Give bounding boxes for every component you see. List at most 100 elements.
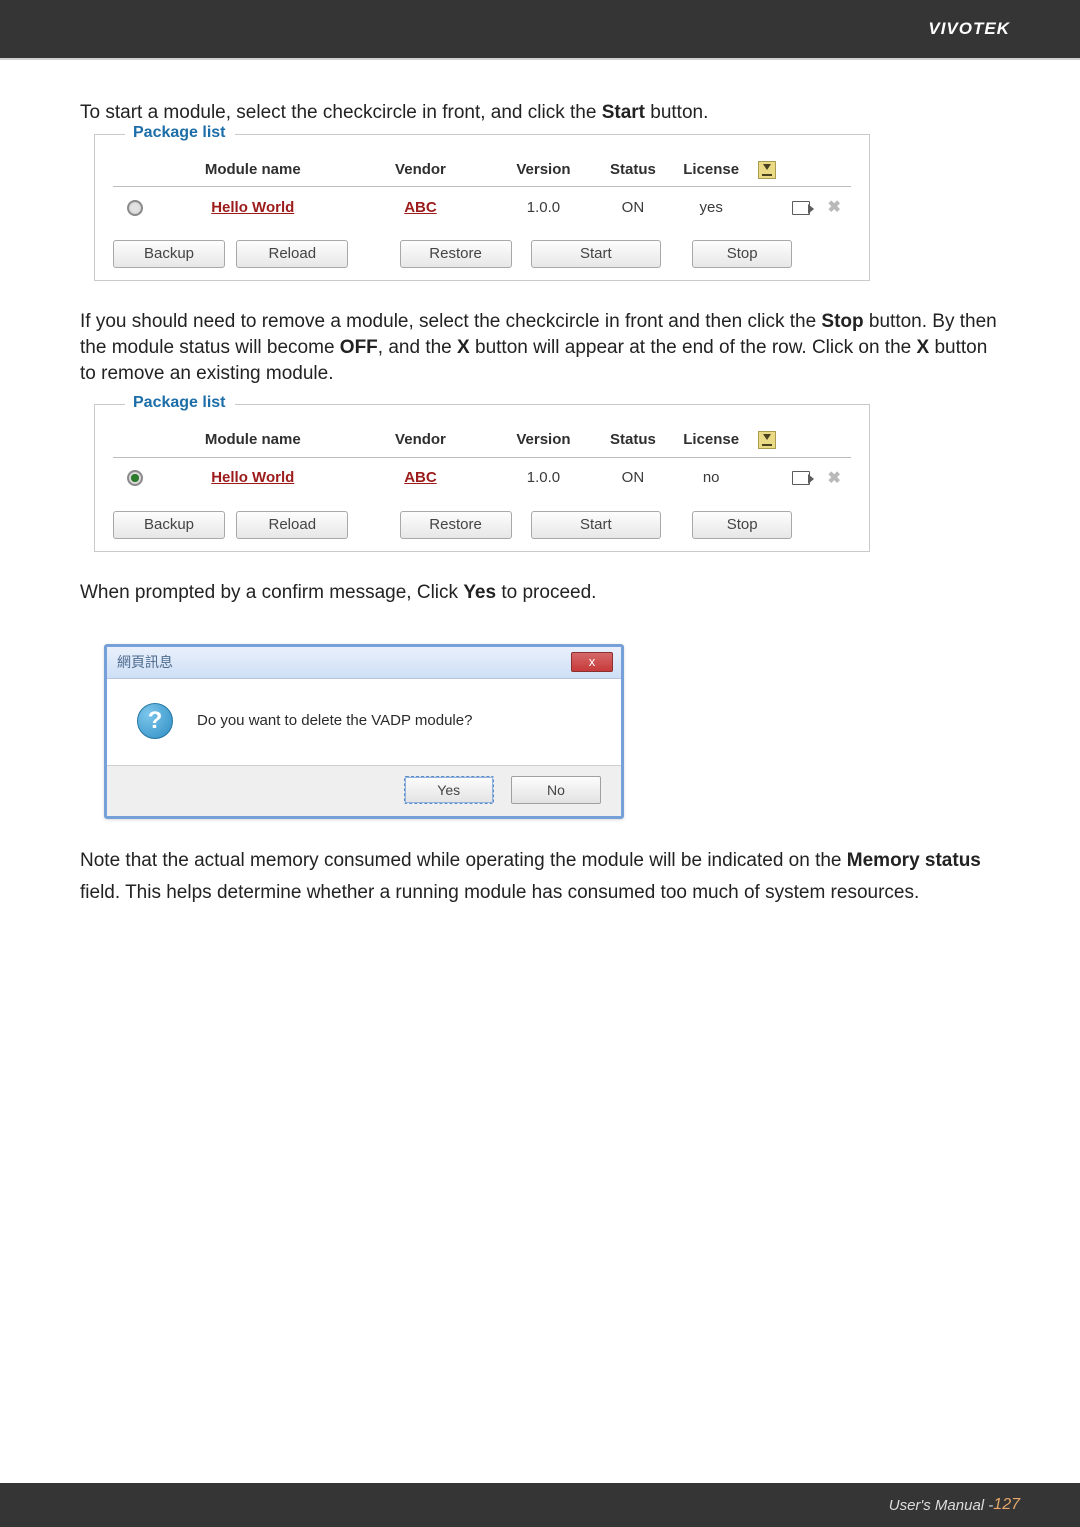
download-icon[interactable] xyxy=(758,431,776,449)
start-button[interactable]: Start xyxy=(531,511,661,539)
para1-pre: To start a module, select the checkcircl… xyxy=(80,102,602,123)
col2-module: Module name xyxy=(158,424,348,457)
col-x xyxy=(817,154,851,187)
module-radio-1[interactable] xyxy=(127,200,143,216)
cell-x: ✖ xyxy=(817,186,851,228)
restore-button[interactable]: Restore xyxy=(400,511,512,539)
download-icon[interactable] xyxy=(758,161,776,179)
table-row: Hello World ABC 1.0.0 ON no ✖ xyxy=(113,457,851,499)
restore-button[interactable]: Restore xyxy=(400,240,512,268)
p3a: When prompted by a confirm message, Clic… xyxy=(80,582,463,603)
stop-button[interactable]: Stop xyxy=(692,511,792,539)
header-bar: VIVOTEK xyxy=(0,0,1080,60)
dialog-body: ? Do you want to delete the VADP module? xyxy=(107,679,621,765)
brand-text: VIVOTEK xyxy=(928,19,1010,39)
p2f: X xyxy=(457,337,470,358)
footer-page-number: 127 xyxy=(993,1496,1020,1514)
panel-border-left xyxy=(95,134,125,135)
col2-download xyxy=(750,424,784,457)
p2a: If you should need to remove a module, s… xyxy=(80,311,821,332)
p2b: Stop xyxy=(821,311,863,332)
col-tag xyxy=(784,154,818,187)
remove-icon-disabled: ✖ xyxy=(827,197,840,219)
p3b: Yes xyxy=(463,582,496,603)
content-area: To start a module, select the checkcircl… xyxy=(0,60,1080,909)
cell-license: yes xyxy=(672,186,750,228)
button-row-1: Backup Reload Restore Start Stop xyxy=(113,240,851,268)
col-vendor: Vendor xyxy=(348,154,493,187)
col-download xyxy=(750,154,784,187)
package-panel-2: Package list Module name Vendor Version … xyxy=(94,404,870,552)
panel-legend-1: Package list xyxy=(127,122,232,144)
radio-cell-2 xyxy=(113,457,158,499)
stop-button[interactable]: Stop xyxy=(692,240,792,268)
module-link-2[interactable]: Hello World xyxy=(211,469,294,486)
col2-x xyxy=(817,424,851,457)
p4a: Note that the actual memory consumed whi… xyxy=(80,850,847,871)
cell2-version: 1.0.0 xyxy=(493,457,594,499)
cell2-download xyxy=(750,457,784,499)
col2-vendor: Vendor xyxy=(348,424,493,457)
dialog-footer: Yes No xyxy=(107,765,621,816)
p4c: field. This helps determine whether a ru… xyxy=(80,882,919,903)
footer-bar: User's Manual - 127 xyxy=(0,1483,1080,1527)
para1-bold-start: Start xyxy=(602,102,645,123)
col-license: License xyxy=(672,154,750,187)
panel2-border-right xyxy=(235,404,869,405)
dialog-no-button[interactable]: No xyxy=(511,776,601,804)
cell-module: Hello World xyxy=(158,186,348,228)
question-icon: ? xyxy=(137,703,173,739)
table-header-row: Module name Vendor Version Status Licens… xyxy=(113,154,851,187)
start-button[interactable]: Start xyxy=(531,240,661,268)
module-radio-2[interactable] xyxy=(127,470,143,486)
vendor-link-2[interactable]: ABC xyxy=(404,469,437,486)
cell-status: ON xyxy=(594,186,672,228)
dialog-titlebar: 網頁訊息 x xyxy=(107,647,621,679)
col-module: Module name xyxy=(158,154,348,187)
cell2-license: no xyxy=(672,457,750,499)
col2-radio xyxy=(113,424,158,457)
p4b: Memory status xyxy=(847,850,981,871)
dialog-close-button[interactable]: x xyxy=(571,652,613,672)
col-status: Status xyxy=(594,154,672,187)
panel-legend-2: Package list xyxy=(127,392,232,414)
reload-button[interactable]: Reload xyxy=(236,240,348,268)
package-panel-1: Package list Module name Vendor Version … xyxy=(94,134,870,282)
col2-license: License xyxy=(672,424,750,457)
panel2-border-left xyxy=(95,404,125,405)
cell2-tag xyxy=(784,457,818,499)
tag-icon[interactable] xyxy=(792,201,810,215)
module-link-1[interactable]: Hello World xyxy=(211,199,294,216)
paragraph-memory: Note that the actual memory consumed whi… xyxy=(80,845,1000,910)
cell-vendor: ABC xyxy=(348,186,493,228)
footer-label: User's Manual - xyxy=(889,1497,994,1514)
table-row: Hello World ABC 1.0.0 ON yes ✖ xyxy=(113,186,851,228)
cell-download xyxy=(750,186,784,228)
dialog-message: Do you want to delete the VADP module? xyxy=(197,711,472,731)
tag-icon[interactable] xyxy=(792,471,810,485)
cell2-x: ✖ xyxy=(817,457,851,499)
cell-version: 1.0.0 xyxy=(493,186,594,228)
backup-button[interactable]: Backup xyxy=(113,511,225,539)
col2-status: Status xyxy=(594,424,672,457)
confirm-dialog: 網頁訊息 x ? Do you want to delete the VADP … xyxy=(104,644,624,819)
col2-tag xyxy=(784,424,818,457)
dialog-wrapper: 網頁訊息 x ? Do you want to delete the VADP … xyxy=(80,644,1000,819)
p2h: X xyxy=(917,337,930,358)
col-radio xyxy=(113,154,158,187)
reload-button[interactable]: Reload xyxy=(236,511,348,539)
dialog-title: 網頁訊息 xyxy=(117,653,173,672)
col-version: Version xyxy=(493,154,594,187)
col2-version: Version xyxy=(493,424,594,457)
backup-button[interactable]: Backup xyxy=(113,240,225,268)
vendor-link-1[interactable]: ABC xyxy=(404,199,437,216)
remove-icon-disabled: ✖ xyxy=(827,468,840,490)
p3c: to proceed. xyxy=(496,582,596,603)
p2g: button will appear at the end of the row… xyxy=(470,337,917,358)
button-row-2: Backup Reload Restore Start Stop xyxy=(113,511,851,539)
panel-border-right xyxy=(235,134,869,135)
package-table-1: Module name Vendor Version Status Licens… xyxy=(113,154,851,229)
dialog-yes-button[interactable]: Yes xyxy=(404,776,494,804)
cell-tag xyxy=(784,186,818,228)
table-header-row-2: Module name Vendor Version Status Licens… xyxy=(113,424,851,457)
